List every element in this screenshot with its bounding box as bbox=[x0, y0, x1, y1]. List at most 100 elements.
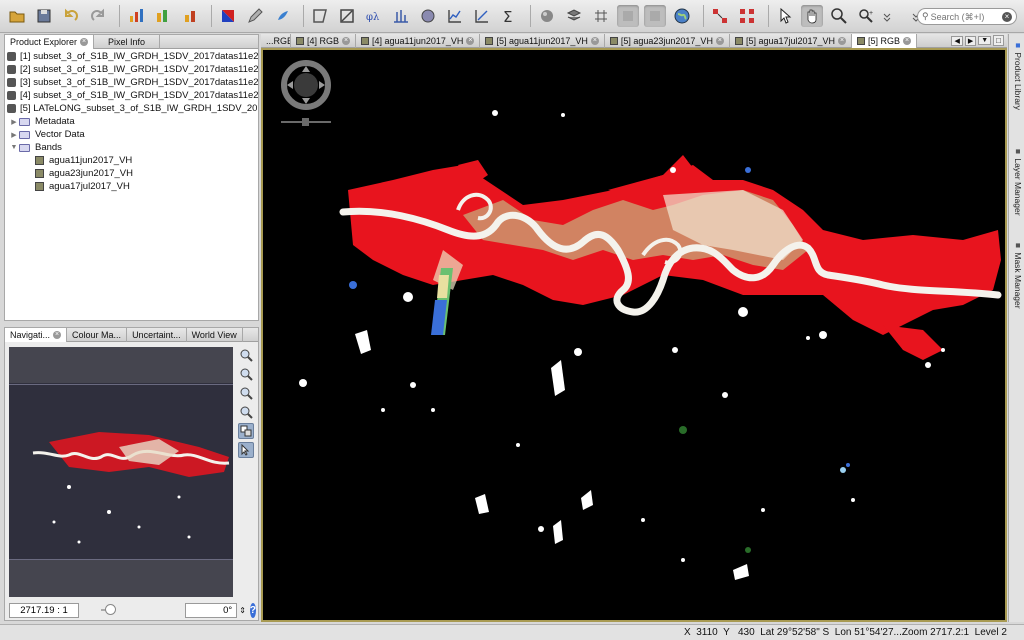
expand-icon[interactable]: ▶ bbox=[9, 118, 19, 126]
scatter-icon[interactable] bbox=[471, 5, 493, 27]
tab-product-explorer[interactable]: Product Explorer × bbox=[5, 35, 95, 49]
tab-pixel-info[interactable]: Pixel Info bbox=[94, 35, 161, 49]
close-icon[interactable]: × bbox=[80, 38, 89, 46]
tab-view[interactable]: [4] agua11jun2017_VH × bbox=[356, 34, 481, 48]
tab-uncertainty[interactable]: Uncertaint... bbox=[127, 328, 187, 342]
tab-product-library[interactable]: ■ Product Library bbox=[1011, 40, 1023, 110]
zoom-all-icon[interactable] bbox=[238, 404, 254, 420]
folder-bands[interactable]: ▼ Bands bbox=[5, 141, 258, 154]
zoom-in-icon[interactable] bbox=[238, 347, 254, 363]
tab-view-active[interactable]: [5] RGB × bbox=[852, 34, 918, 48]
save-product-icon[interactable] bbox=[33, 5, 55, 27]
collapse-icon[interactable]: ▼ bbox=[9, 144, 19, 151]
scroll-right-icon[interactable]: ▶ bbox=[964, 35, 977, 46]
tab-view[interactable]: [4] RGB × bbox=[291, 34, 357, 48]
graph-icon[interactable] bbox=[336, 5, 358, 27]
expand-icon[interactable]: ▶ bbox=[9, 131, 19, 139]
close-icon[interactable]: × bbox=[715, 37, 724, 45]
product-icon bbox=[7, 91, 16, 100]
layer-icon[interactable] bbox=[563, 5, 585, 27]
sum-icon[interactable]: Σ bbox=[498, 5, 520, 27]
folder-metadata[interactable]: ▶ Metadata bbox=[5, 115, 258, 128]
folder-vector-data[interactable]: ▶ Vector Data bbox=[5, 128, 258, 141]
navigation-tabbar: Navigati... × Colour Ma... Uncertaint... … bbox=[5, 328, 258, 342]
zoom-slider[interactable] bbox=[101, 604, 116, 615]
select-tool-icon[interactable] bbox=[774, 5, 796, 27]
clear-search-icon[interactable]: × bbox=[1002, 11, 1012, 22]
product-item-2[interactable]: [2] subset_3_of_S1B_IW_GRDH_1SDV_2017dat… bbox=[5, 63, 258, 76]
band-item[interactable]: agua17jul2017_VH bbox=[5, 180, 258, 193]
tab-view[interactable]: [5] agua23jun2017_VH × bbox=[605, 34, 730, 48]
tab-label: Navigati... bbox=[10, 330, 51, 340]
view-icon bbox=[734, 37, 743, 45]
tab-layer-manager[interactable]: ■ Layer Manager bbox=[1011, 146, 1023, 216]
close-icon[interactable]: × bbox=[53, 331, 62, 339]
graph-builder-icon[interactable] bbox=[709, 5, 731, 27]
product-item-3[interactable]: [3] subset_3_of_S1B_IW_GRDH_1SDV_2017dat… bbox=[5, 76, 258, 89]
tab-colour-manipulation[interactable]: Colour Ma... bbox=[67, 328, 128, 342]
product-item-5[interactable]: [5] LATeLONG_subset_3_of_S1B_IW_GRDH_1SD… bbox=[5, 102, 258, 115]
close-icon[interactable]: × bbox=[590, 37, 599, 45]
product-icon bbox=[7, 52, 16, 61]
tab-view[interactable]: [5] agua11jun2017_VH × bbox=[480, 34, 605, 48]
zoom-tool-icon[interactable] bbox=[828, 5, 850, 27]
product-item-4[interactable]: [4] subset_3_of_S1B_IW_GRDH_1SDV_2017dat… bbox=[5, 89, 258, 102]
maximize-icon[interactable]: □ bbox=[993, 35, 1004, 46]
edit-icon[interactable] bbox=[244, 5, 266, 27]
tab-view[interactable]: [5] agua17jul2017_VH × bbox=[730, 34, 853, 48]
rgb-image-canvas[interactable] bbox=[261, 48, 1007, 622]
slider-knob[interactable] bbox=[105, 604, 116, 615]
globe-icon[interactable] bbox=[390, 5, 412, 27]
search-input[interactable] bbox=[930, 11, 997, 22]
tab-view[interactable]: ...RGB bbox=[261, 34, 291, 48]
close-icon[interactable]: × bbox=[838, 37, 847, 45]
sync-views-icon[interactable] bbox=[644, 5, 666, 27]
band-maths-icon[interactable] bbox=[125, 5, 147, 27]
close-icon[interactable]: × bbox=[903, 37, 912, 45]
product-label: [1] subset_3_of_S1B_IW_GRDH_1SDV_2017dat… bbox=[20, 51, 258, 62]
shape-tool-icon[interactable] bbox=[309, 5, 331, 27]
help-icon[interactable]: ? bbox=[249, 602, 256, 618]
more-chevron-icon[interactable] bbox=[882, 5, 892, 27]
tab-navigation[interactable]: Navigati... × bbox=[5, 328, 68, 342]
zoom-out-icon[interactable] bbox=[238, 366, 254, 382]
mask-icon[interactable] bbox=[536, 5, 558, 27]
view-icon bbox=[296, 37, 304, 45]
close-icon[interactable]: × bbox=[466, 37, 475, 45]
sync-cursor-icon[interactable] bbox=[238, 442, 254, 458]
navigation-overview[interactable] bbox=[9, 347, 233, 597]
open-product-icon[interactable] bbox=[6, 5, 28, 27]
tab-world-view[interactable]: World View bbox=[187, 328, 243, 342]
status-bar: X 3110 Y 430 Lat 29°52'58" S Lon 51°54'2… bbox=[0, 624, 1024, 640]
undo-icon[interactable] bbox=[60, 5, 82, 27]
sync-cursor-icon[interactable] bbox=[617, 5, 639, 27]
zoom-pixel-icon[interactable] bbox=[238, 385, 254, 401]
histogram-icon[interactable] bbox=[152, 5, 174, 27]
world-map-icon[interactable] bbox=[671, 5, 693, 27]
rotation-spinner-icon[interactable]: ⇕ bbox=[239, 606, 246, 615]
range-finder-icon[interactable]: + bbox=[855, 5, 877, 27]
pin-icon[interactable] bbox=[271, 5, 293, 27]
band-icon bbox=[35, 182, 44, 191]
zoom-factor-field[interactable] bbox=[9, 602, 79, 618]
band-item[interactable]: agua23jun2017_VH bbox=[5, 167, 258, 180]
stat-icon[interactable] bbox=[417, 5, 439, 27]
sync-views-icon[interactable] bbox=[238, 423, 254, 439]
grid-icon[interactable] bbox=[590, 5, 612, 27]
batch-icon[interactable] bbox=[736, 5, 758, 27]
rotation-field[interactable] bbox=[185, 602, 238, 618]
profile-icon[interactable] bbox=[444, 5, 466, 27]
scatter-plot-icon[interactable] bbox=[179, 5, 201, 27]
scroll-left-icon[interactable]: ◀ bbox=[951, 35, 963, 46]
close-icon[interactable]: × bbox=[342, 37, 351, 45]
color-manipulation-icon[interactable] bbox=[217, 5, 239, 27]
tab-list-icon[interactable]: ▼ bbox=[978, 36, 992, 45]
band-item[interactable]: agua11jun2017_VH bbox=[5, 154, 258, 167]
product-item-1[interactable]: [1] subset_3_of_S1B_IW_GRDH_1SDV_2017dat… bbox=[5, 50, 258, 63]
pan-navigation-control[interactable] bbox=[281, 60, 331, 132]
pan-tool-icon[interactable] bbox=[801, 5, 823, 27]
redo-icon[interactable] bbox=[87, 5, 109, 27]
spectrum-icon[interactable]: φλ bbox=[363, 5, 385, 27]
search-box[interactable]: ⚲ × bbox=[917, 8, 1017, 25]
tab-mask-manager[interactable]: ■ Mask Manager bbox=[1011, 240, 1023, 309]
